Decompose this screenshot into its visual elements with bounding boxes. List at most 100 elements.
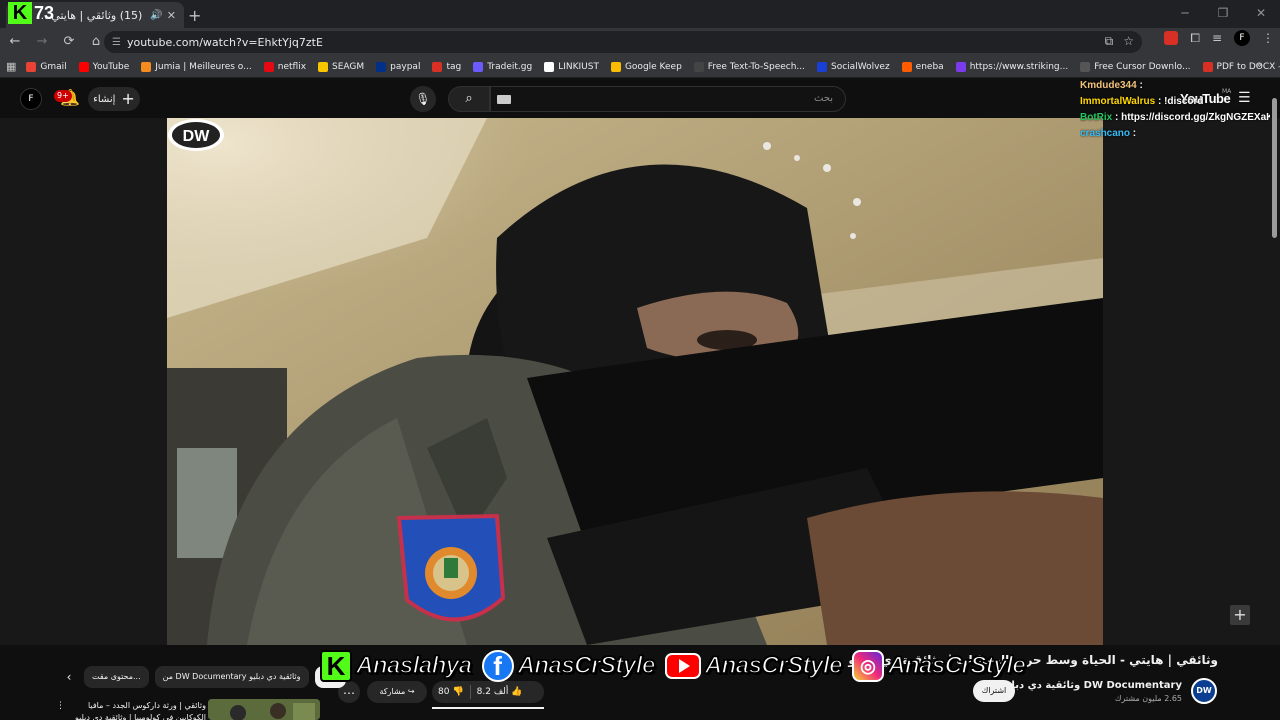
bookmark-item[interactable]: Free Text-To-Speech... [693,61,806,72]
bookmark-favicon-icon [26,61,37,72]
bookmark-item[interactable]: SEAGM [318,61,364,72]
banner-handle: Anaslahya [355,651,473,680]
bookmark-favicon-icon [78,61,89,72]
chips-prev-arrow-icon[interactable]: ‹ [60,670,78,684]
stream-chat-overlay: Kmdude344 : ImmortalWalrus : !discord Bot… [1080,78,1270,142]
chat-message: crashcano : [1080,126,1270,142]
account-avatar[interactable]: F [20,88,42,110]
tab-audio-icon[interactable]: 🔊 [150,10,162,21]
bookmark-item[interactable]: netflix [263,61,306,72]
video-player[interactable]: DW [167,118,1103,645]
like-focus-underline [432,707,544,709]
chat-username: Kmdude344 [1080,80,1137,91]
bookmark-favicon-icon [544,61,555,72]
chat-text: : !discord [1155,96,1204,107]
apps-grid-icon[interactable]: ▦ [6,60,16,73]
bookmark-favicon-icon [318,61,329,72]
facebook-icon: f [481,650,514,682]
thumbs-up-icon: 👍 [511,687,523,697]
channel-avatar[interactable]: DW [1191,678,1217,704]
bookmark-item[interactable]: paypal [376,61,420,72]
scrollbar-thumb[interactable] [1272,98,1277,238]
bookmark-item[interactable]: YouTube [78,61,130,72]
bookmark-favicon-icon [1202,61,1213,72]
bookmark-item[interactable]: Tradeit.gg [473,61,533,72]
bookmark-label: Gmail [40,61,67,72]
bookmark-item[interactable]: Gmail [26,61,67,72]
reload-icon[interactable]: ⟳ [57,30,81,54]
address-bar[interactable]: ☰ youtube.com/watch?v=EhktYjq7ztE ⧉ ☆ [104,31,1142,53]
bookmark-label: PDF to DOCX – Con... [1216,61,1280,72]
bookmark-label: https://www.striking... [969,61,1069,72]
dislike-button[interactable]: 80 👎 [432,687,470,697]
chip-content[interactable]: محتوى مقت... [84,666,149,688]
search-button[interactable]: ⌕ [448,86,490,112]
bookmark-label: YouTube [92,61,130,72]
extensions-puzzle-icon[interactable]: ⧠ [1190,31,1200,46]
video-frame-scene [167,118,1103,645]
create-label: إنشاء [93,93,116,105]
bookmark-label: tag [446,61,462,72]
chat-message: ImmortalWalrus : !discord [1080,94,1270,110]
bookmark-label: Free Cursor Downlo... [1094,61,1191,72]
share-label: مشاركة [379,687,406,696]
bookmark-item[interactable]: eneba [901,61,944,72]
chip-from-channel[interactable]: من DW Documentary وثائقية دي دبليو [154,666,309,688]
virtual-keyboard-icon[interactable] [497,95,511,104]
bookmark-item[interactable]: LINKIUST [544,61,599,72]
streamer-social-banner: K Anaslahya f AnasCrStyle AnasCrStyle ◎ AnasCr… [320,646,1031,686]
bookmark-star-icon[interactable]: ☆ [1123,34,1134,49]
chat-username: crashcano [1080,128,1131,139]
kick-icon: K [320,650,352,682]
bookmark-item[interactable]: PDF to DOCX – Con... [1202,61,1280,72]
screen: K (15) وثائقي | هايتي - الحياة 🔊 ✕ K 73 … [0,0,1280,720]
bookmark-label: SocialWolvez [831,61,890,72]
bookmark-label: Tradeit.gg [487,61,533,72]
bookmarks-overflow-icon[interactable]: » [1256,60,1262,71]
new-tab-button[interactable]: + [188,6,201,25]
bookmark-item[interactable]: https://www.striking... [955,61,1069,72]
restore-icon[interactable]: ❐ [1204,0,1242,28]
brand-number: 73 [34,2,55,23]
notification-badge: 9+ [54,90,72,102]
chat-username: BotRix [1080,112,1113,123]
dislike-count: 80 [438,687,450,697]
kick-brand-overlay: K 73 [8,2,54,24]
create-button[interactable]: إنشاء + [88,87,140,111]
add-overlay-button[interactable]: + [1230,605,1250,625]
search-input[interactable]: بحث [490,86,846,112]
back-icon[interactable]: ← [3,30,27,54]
bookmark-item[interactable]: Google Keep [610,61,682,72]
bookmark-item[interactable]: SocialWolvez [817,61,890,72]
bookmark-favicon-icon [955,61,966,72]
profile-avatar[interactable]: F [1234,30,1250,46]
tab-close-icon[interactable]: ✕ [167,9,176,22]
bookmark-label: Free Text-To-Speech... [707,61,806,72]
page-scrollbar[interactable] [1271,86,1278,720]
extension-icon[interactable] [1164,31,1179,45]
like-button[interactable]: 8.2 ألف 👍 [471,687,529,697]
browser-toolbar: ← → ⟳ ⌂ ☰ youtube.com/watch?v=EhktYjq7zt… [0,28,1280,56]
install-app-icon[interactable]: ⧉ [1105,34,1114,49]
recommendation-menu-icon[interactable]: ⋮ [56,701,65,711]
chat-text: : [1130,128,1137,139]
toolbar-extensions: ⧠ ≡ F ⋮ [1164,30,1274,46]
voice-search-mic-icon[interactable]: 🎙 [410,86,436,112]
search-icon: ⌕ [465,91,473,106]
bookmark-favicon-icon [141,61,152,72]
media-control-icon[interactable]: ≡ [1212,31,1222,45]
close-window-icon[interactable]: ✕ [1242,0,1280,28]
thumbs-down-icon: 👎 [452,687,464,697]
like-count: 8.2 ألف [476,687,509,697]
bookmark-item[interactable]: Jumia | Meilleures o... [141,61,252,72]
bookmark-item[interactable]: Free Cursor Downlo... [1080,61,1191,72]
recommended-video-title[interactable]: وثائقي | ورثة داركوس الجدد – مافيا الكوك… [66,700,206,720]
bookmark-favicon-icon [817,61,828,72]
recommended-video-thumbnail[interactable] [208,699,320,720]
banner-handle: AnasCrStyle [704,651,843,680]
minimize-icon[interactable]: ─ [1166,0,1204,28]
site-info-icon[interactable]: ☰ [112,37,121,48]
browser-menu-icon[interactable]: ⋮ [1262,31,1274,45]
bookmark-item[interactable]: tag [432,61,462,72]
forward-icon[interactable]: → [30,30,54,54]
